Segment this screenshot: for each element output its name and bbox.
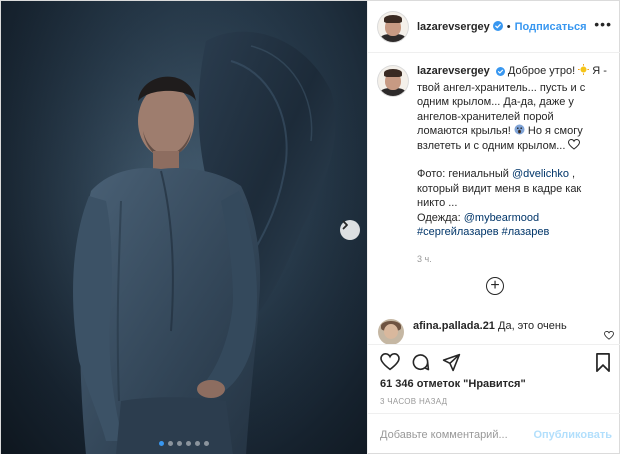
caption: lazarevsergey Доброе утро! Я - твой анге… [378,64,612,266]
comment-like-icon[interactable] [604,327,614,344]
carousel-dot [195,441,200,446]
commenter-username[interactable]: afina.pallada.21 [413,320,495,332]
caption-line: Я - [589,65,607,77]
caption-username[interactable]: lazarevsergey [417,65,490,77]
heart-icon[interactable] [380,352,400,376]
heart-outline-icon [568,138,581,152]
post-time[interactable]: 3 ЧАСОВ НАЗАД [380,397,447,406]
comment-body: Да, это очень [498,320,567,332]
comment-text: afina.pallada.21 Да, это очень [413,319,593,344]
verified-badge-icon [492,18,503,36]
instagram-post: lazarevsergey • Подписаться ••• lazarevs… [0,0,620,454]
follow-button[interactable]: Подписаться [515,21,587,33]
caption-line: Но я смогу [524,125,583,137]
post-sidebar: lazarevsergey • Подписаться ••• lazarevs… [367,1,620,454]
caption-line: никто ... [417,197,458,209]
carousel-dot [177,441,182,446]
caption-line: ломаются крылья! [417,125,514,137]
more-options-button[interactable]: ••• [594,17,612,31]
caption-line: Доброе утро! [507,65,579,77]
author-avatar[interactable] [378,11,408,42]
hashtag-link[interactable]: #сергейлазарев [417,226,499,238]
photo-illustration [1,1,367,454]
carousel-dot [186,441,191,446]
carousel-dot [168,441,173,446]
caption-time[interactable]: 3 ч. [417,252,612,267]
plus-circle-icon: + [490,277,500,294]
comment-item: afina.pallada.21 Да, это очень [378,319,614,344]
publish-button[interactable]: Опубликовать [533,429,612,441]
post-header: lazarevsergey • Подписаться ••• [368,1,620,53]
scream-emoji-icon [514,124,525,137]
caption-line: Одежда: [417,211,464,224]
mention-link[interactable]: @mybearmood [464,212,539,224]
caption-line: взлететь и с одним крылом... [417,139,569,152]
next-slide-button[interactable] [340,220,360,240]
caption-line: Фото: гениальный [417,168,512,180]
share-icon[interactable] [442,353,461,377]
likes-count[interactable]: 61 346 отметок "Нравится" [380,378,526,390]
comment-input[interactable] [380,428,534,441]
commenter-avatar[interactable] [378,319,404,344]
bookmark-icon[interactable] [595,353,611,377]
caption-line: одним крылом... Да-да, даже у [417,96,574,108]
carousel-dot [159,441,164,446]
caption-line: который видит меня в кадре как [417,182,582,195]
caption-line: , [568,168,576,180]
author-username[interactable]: lazarevsergey [417,21,490,33]
mention-link[interactable]: @dvelichko [512,168,569,180]
verified-badge-icon [495,66,505,81]
comment-icon[interactable] [411,353,430,377]
carousel-indicator [1,441,367,446]
caption-avatar[interactable] [378,66,408,96]
header-separator: • [506,20,511,33]
caption-text: lazarevsergey Доброе утро! Я - твой анге… [417,64,612,266]
sun-emoji-icon [578,64,590,77]
post-photo[interactable] [1,1,367,454]
hashtag-link[interactable]: #лазарев [502,226,550,238]
caption-line: ангелов-хранителей порой [417,110,554,123]
caption-line: твой ангел-хранитель... пусть и с [417,81,586,94]
load-more-comments-button[interactable]: + [486,277,504,295]
add-comment-form: Опубликовать [368,413,620,454]
comments-panel: lazarevsergey Доброе утро! Я - твой анге… [368,54,620,344]
carousel-dot [204,441,209,446]
action-bar [368,344,620,380]
